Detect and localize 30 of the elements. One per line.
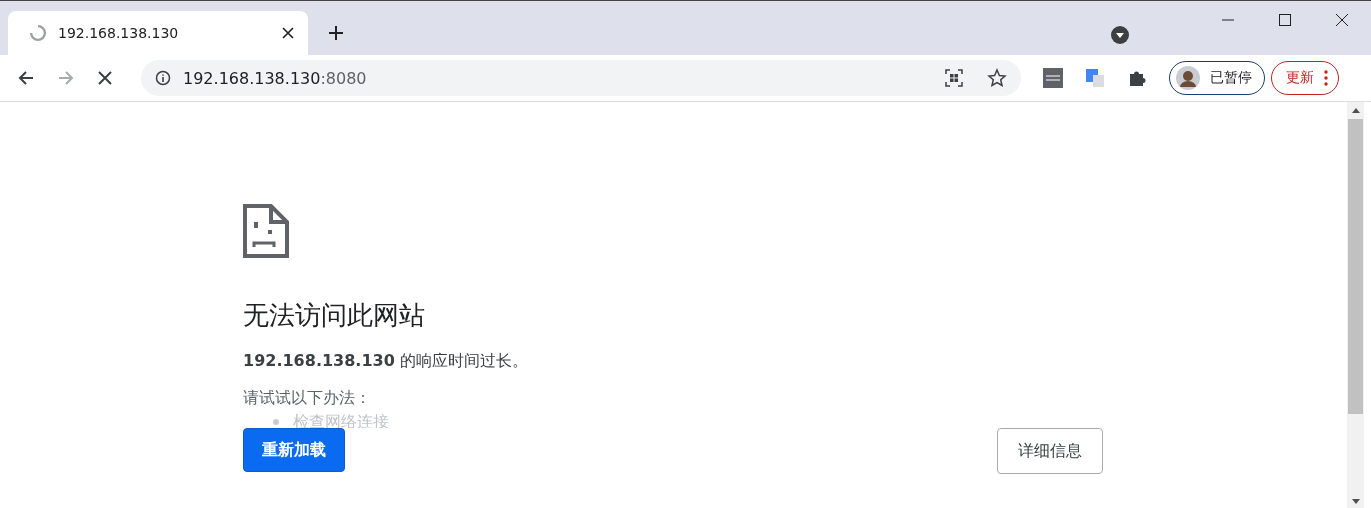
- loading-spinner-icon: [30, 25, 46, 41]
- address-bar[interactable]: 192.168.138.130:8080: [141, 60, 1021, 96]
- close-window-icon[interactable]: [1335, 13, 1349, 27]
- bullet-icon: [273, 419, 279, 425]
- scroll-up-icon[interactable]: [1351, 108, 1360, 113]
- update-button[interactable]: 更新: [1271, 61, 1339, 95]
- avatar-icon: [1176, 66, 1200, 90]
- error-message: 192.168.138.130 的响应时间过长。: [243, 351, 528, 372]
- profile-button[interactable]: 已暂停: [1169, 61, 1265, 95]
- scrollbar-thumb[interactable]: [1348, 119, 1363, 414]
- tab-title: 192.168.138.130: [58, 25, 180, 41]
- scrollbar[interactable]: [1347, 102, 1364, 508]
- reload-button[interactable]: 重新加载: [243, 428, 345, 472]
- sad-page-icon: [243, 204, 289, 258]
- close-icon[interactable]: [282, 27, 294, 39]
- details-button[interactable]: 详细信息: [997, 428, 1103, 474]
- url-text: 192.168.138.130:8080: [183, 68, 367, 88]
- info-icon: [155, 70, 171, 86]
- star-icon[interactable]: [987, 68, 1007, 88]
- back-icon[interactable]: [17, 69, 35, 87]
- suggestions-heading: 请试试以下办法：: [243, 388, 371, 409]
- qr-code-icon[interactable]: [945, 69, 963, 87]
- browser-tab[interactable]: 192.168.138.130: [8, 11, 308, 55]
- maximize-icon[interactable]: [1278, 13, 1292, 27]
- error-title: 无法访问此网站: [243, 299, 425, 332]
- tab-search-icon[interactable]: [1110, 25, 1130, 45]
- more-icon: [1324, 70, 1328, 86]
- scroll-down-icon[interactable]: [1351, 499, 1360, 504]
- new-tab-icon[interactable]: [328, 25, 344, 41]
- stop-loading-icon[interactable]: [97, 70, 113, 86]
